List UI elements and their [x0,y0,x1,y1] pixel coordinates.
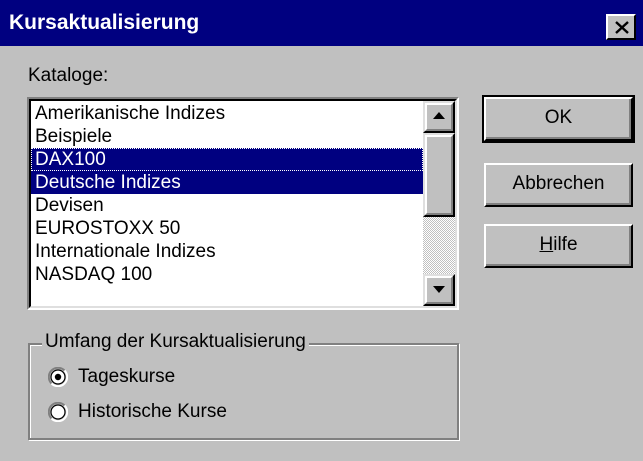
radio-unchecked-icon[interactable] [48,402,68,422]
radio-checked-icon[interactable] [48,367,68,387]
list-item[interactable]: Amerikanische Indizes [31,102,423,125]
arrow-up-icon [433,112,445,119]
cancel-button[interactable]: Abbrechen [484,163,633,207]
list-item[interactable]: Devisen [31,194,423,217]
ok-button-label: OK [544,107,573,128]
radio-label: Historische Kurse [78,401,227,422]
kursaktualisierung-dialog: Kursaktualisierung Kataloge: Amerikanisc… [0,0,643,461]
scroll-thumb-face [425,135,453,215]
list-item[interactable]: Internationale Indizes [31,240,423,263]
cancel-button-label: Abbrechen [512,173,605,194]
scope-group-title: Umfang der Kursaktualisierung [42,330,309,354]
list-item[interactable]: EUROSTOXX 50 [31,217,423,240]
help-mnemonic: H [539,234,554,255]
listbox-frame: Amerikanische Indizes Beispiele DAX100 D… [29,99,457,308]
vertical-scrollbar[interactable] [423,101,455,306]
scroll-thumb[interactable] [423,133,455,217]
list-item[interactable]: DAX100 [31,148,423,171]
list-item[interactable]: Beispiele [31,125,423,148]
list-item[interactable]: NASDAQ 100 [31,263,423,286]
window-title: Kursaktualisierung [9,11,200,34]
arrow-down-icon [433,286,445,293]
help-button-label: Hilfe [539,234,577,255]
close-icon [615,21,629,34]
help-button[interactable]: Hilfe [484,224,633,268]
list-item[interactable]: Deutsche Indizes [31,171,423,194]
help-label-rest: ilfe [553,234,578,255]
catalogs-label: Kataloge: [28,65,109,86]
catalogs-listbox[interactable]: Amerikanische Indizes Beispiele DAX100 D… [27,97,459,310]
ok-button[interactable]: OK [482,95,635,143]
scope-groupbox [28,343,459,440]
radio-label: Tageskurse [78,366,176,387]
scroll-up-button[interactable] [423,101,455,133]
close-button[interactable] [606,14,636,40]
scroll-down-button[interactable] [423,274,455,306]
catalogs-items: Amerikanische Indizes Beispiele DAX100 D… [31,102,423,286]
title-bar[interactable]: Kursaktualisierung [0,0,643,46]
